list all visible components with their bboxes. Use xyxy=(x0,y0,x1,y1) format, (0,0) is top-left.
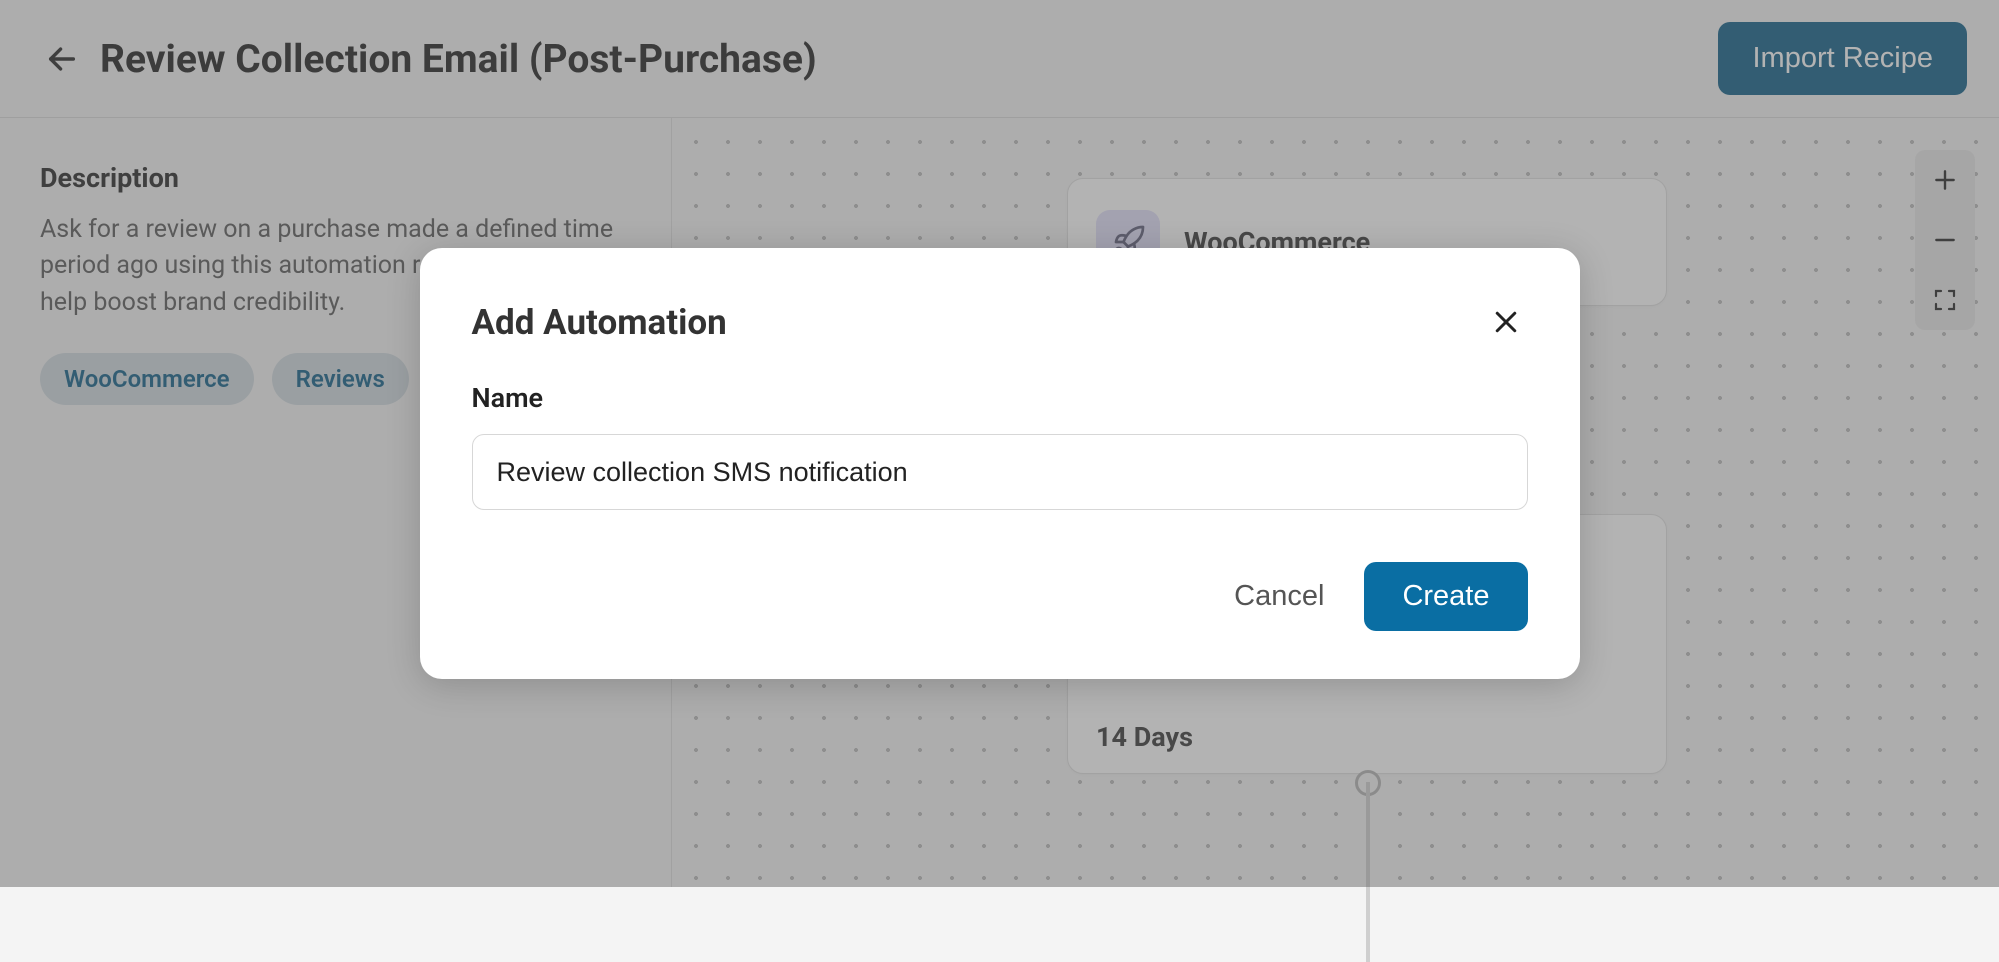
cancel-button[interactable]: Cancel xyxy=(1234,580,1324,613)
modal-actions: Cancel Create xyxy=(472,562,1528,631)
modal-overlay[interactable]: Add Automation Name Cancel Create xyxy=(0,0,1999,887)
close-icon xyxy=(1491,307,1521,337)
automation-name-input[interactable] xyxy=(472,434,1528,510)
name-field-label: Name xyxy=(472,382,1528,414)
add-automation-modal: Add Automation Name Cancel Create xyxy=(420,248,1580,679)
close-button[interactable] xyxy=(1484,300,1528,344)
modal-header: Add Automation xyxy=(472,300,1528,344)
create-button[interactable]: Create xyxy=(1364,562,1527,631)
modal-title: Add Automation xyxy=(472,302,727,343)
